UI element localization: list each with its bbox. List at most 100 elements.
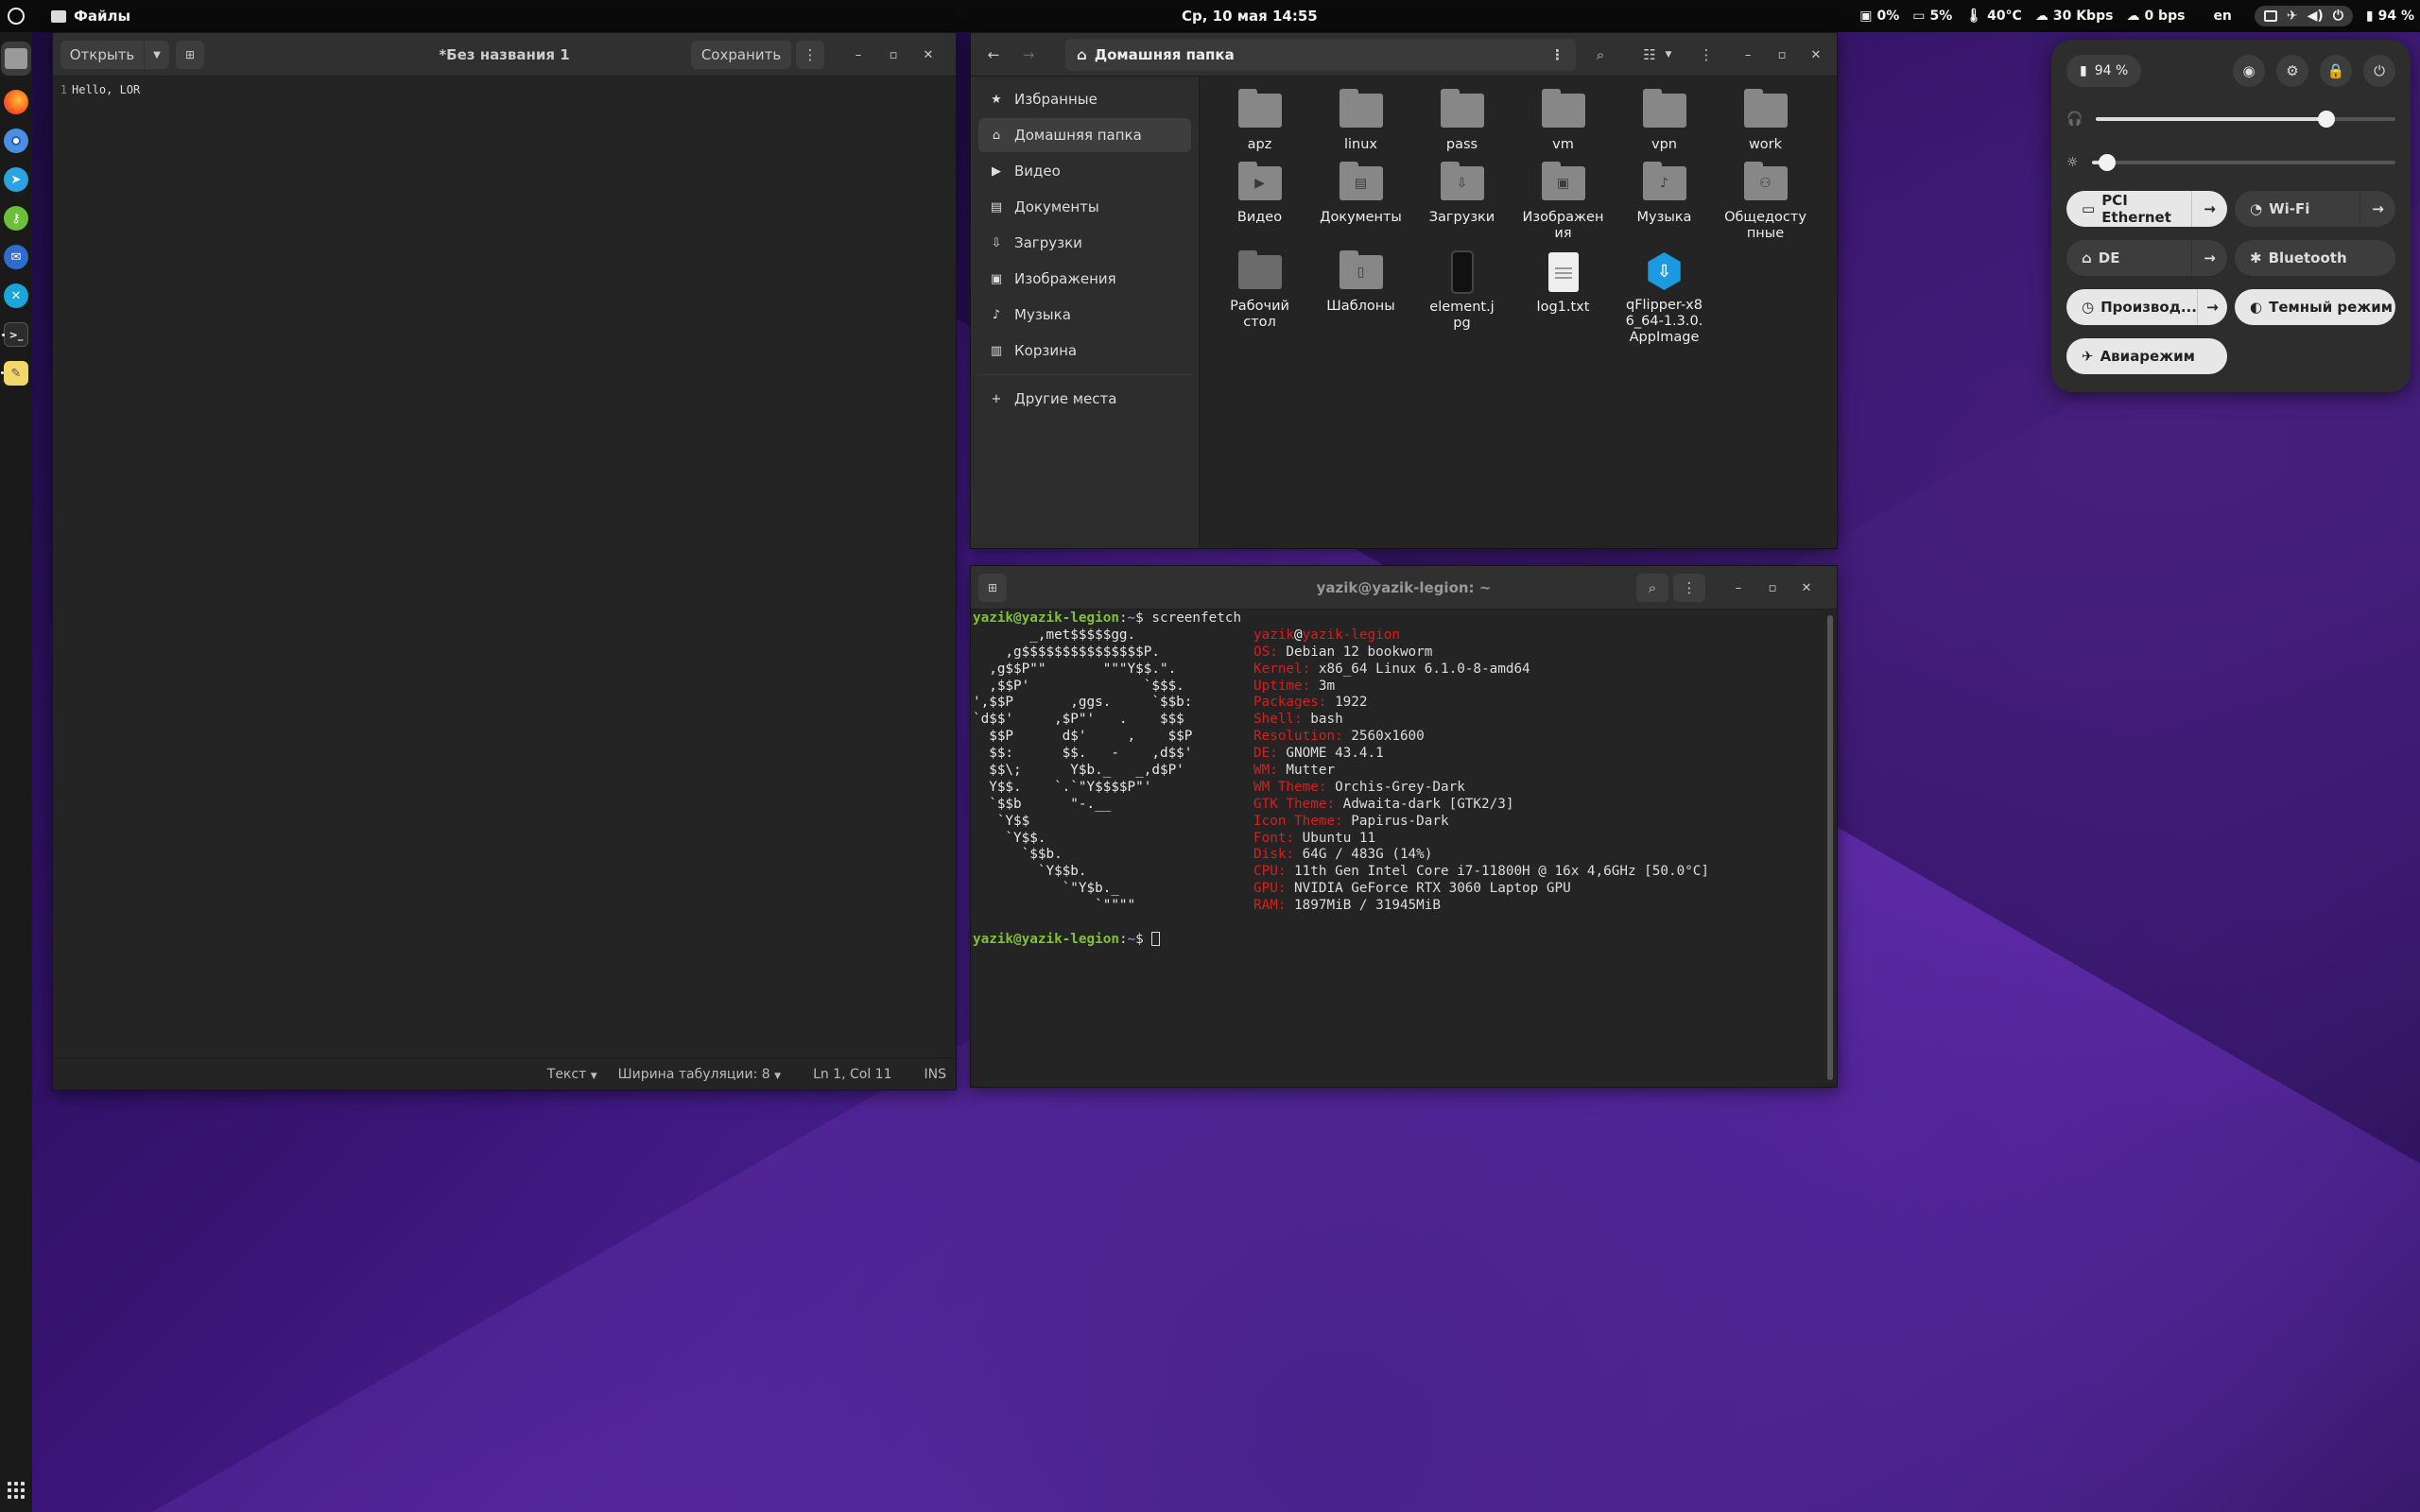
dock-terminal[interactable]: >_ bbox=[2, 322, 28, 347]
dock-text-editor[interactable]: ✎ bbox=[1, 361, 28, 386]
power-mode-menu-arrow[interactable]: → bbox=[2196, 289, 2227, 325]
close-button[interactable]: ✕ bbox=[917, 43, 940, 66]
vpn-menu-arrow[interactable]: → bbox=[2191, 240, 2227, 276]
brightness-slider[interactable] bbox=[2091, 154, 2395, 171]
files-menu-button[interactable]: ⋮ bbox=[1693, 42, 1720, 68]
sidebar-item-pictures[interactable]: ▣ Изображения bbox=[978, 262, 1191, 296]
activities-icon[interactable] bbox=[8, 8, 25, 25]
settings-button[interactable]: ⚙ bbox=[2276, 55, 2308, 87]
close-button[interactable]: ✕ bbox=[1795, 576, 1818, 599]
path-bar[interactable]: ⌂ Домашняя папка ⋮ bbox=[1065, 39, 1576, 71]
dock-telegram[interactable]: ➤ bbox=[4, 167, 28, 192]
power-icon: ⏻ bbox=[2332, 9, 2343, 24]
save-button[interactable]: Сохранить bbox=[691, 41, 791, 69]
file-item[interactable]: linux bbox=[1310, 86, 1411, 153]
app-menu[interactable]: Файлы bbox=[51, 8, 130, 25]
cursor-position[interactable]: Ln 1, Col 11 bbox=[813, 1067, 891, 1082]
volume-knob[interactable] bbox=[2318, 111, 2336, 128]
file-item[interactable]: ▤ Документы bbox=[1310, 159, 1411, 242]
show-apps-icon[interactable] bbox=[8, 1482, 25, 1499]
file-item[interactable]: log1.txt bbox=[1512, 248, 1614, 346]
file-item[interactable]: vpn bbox=[1614, 86, 1715, 153]
volume-slider[interactable] bbox=[2096, 111, 2395, 128]
terminal-menu-button[interactable]: ⋮ bbox=[1673, 574, 1705, 602]
power-mode-toggle[interactable]: ◷ Производ... → bbox=[2066, 289, 2227, 325]
temperature-indicator[interactable]: 🌡 40°C bbox=[1965, 9, 2022, 24]
bluetooth-toggle[interactable]: ✱ Bluetooth bbox=[2235, 240, 2395, 276]
keyboard-layout[interactable]: en bbox=[2213, 9, 2231, 24]
file-item[interactable]: ♪ Музыка bbox=[1614, 159, 1715, 242]
airplane-mode-toggle[interactable]: ✈ Авиарежим bbox=[2066, 338, 2227, 374]
path-menu-icon[interactable]: ⋮ bbox=[1550, 46, 1564, 63]
maximize-button[interactable]: ▫ bbox=[882, 43, 905, 66]
disk-indicator[interactable]: ▣ 0% bbox=[1859, 9, 1899, 24]
lock-button[interactable]: 🔒 bbox=[2320, 55, 2352, 87]
ethernet-toggle[interactable]: ▭ PCI Ethernet → bbox=[2066, 191, 2227, 227]
dock-thunderbird[interactable]: ✉ bbox=[4, 245, 28, 269]
editor-text-area[interactable]: 1 Hello, LOR bbox=[53, 77, 956, 1057]
dock-files[interactable] bbox=[1, 42, 31, 76]
file-item[interactable]: ⇩ Загрузки bbox=[1411, 159, 1512, 242]
sidebar-item-home[interactable]: ⌂ Домашняя папка bbox=[978, 118, 1191, 152]
file-item[interactable]: ⚇ Общедоступные bbox=[1715, 159, 1816, 242]
sidebar-item-starred[interactable]: ★ Избранные bbox=[978, 82, 1191, 116]
file-item[interactable]: ▣ Изображения bbox=[1512, 159, 1614, 242]
close-button[interactable]: ✕ bbox=[1805, 43, 1827, 66]
view-mode-button[interactable]: ☷ bbox=[1636, 42, 1663, 68]
screenshot-button[interactable]: ◉ bbox=[2233, 55, 2265, 87]
file-item[interactable]: element.jpg bbox=[1411, 248, 1512, 346]
file-item[interactable]: work bbox=[1715, 86, 1816, 153]
cpu-indicator[interactable]: ▭ 5% bbox=[1912, 9, 1952, 24]
new-tab-button[interactable]: ⊞ bbox=[978, 574, 1007, 602]
new-tab-button[interactable]: ⊞ bbox=[176, 41, 204, 69]
sidebar-item-other-places[interactable]: + Другие места bbox=[978, 382, 1191, 416]
tab-width-selector[interactable]: Ширина табуляции: 8 ▼ bbox=[618, 1067, 781, 1082]
battery-button[interactable]: ▮ 94 % bbox=[2066, 55, 2142, 87]
view-options-button[interactable]: ▼ bbox=[1660, 42, 1677, 68]
battery-indicator[interactable]: ▮ 94 % bbox=[2366, 9, 2414, 24]
editor-menu-button[interactable]: ⋮ bbox=[796, 41, 824, 69]
minimize-button[interactable]: – bbox=[1737, 43, 1759, 66]
dark-mode-toggle[interactable]: ◐ Темный режим bbox=[2235, 289, 2395, 325]
dock-chromium[interactable] bbox=[4, 129, 28, 153]
maximize-button[interactable]: ▫ bbox=[1771, 43, 1793, 66]
clock[interactable]: Ср, 10 мая 14:55 bbox=[1182, 0, 1318, 32]
file-item[interactable]: ▯ Шаблоны bbox=[1310, 248, 1411, 346]
sidebar-item-downloads[interactable]: ⇩ Загрузки bbox=[978, 226, 1191, 260]
upload-indicator[interactable]: ☁ 0 bps bbox=[2126, 9, 2185, 24]
power-button[interactable]: ⏻ bbox=[2363, 55, 2395, 87]
open-button[interactable]: Открыть bbox=[60, 41, 144, 69]
dock-firefox[interactable] bbox=[4, 90, 28, 114]
brightness-knob[interactable] bbox=[2098, 154, 2116, 171]
forward-button[interactable]: → bbox=[1015, 42, 1042, 68]
file-item[interactable]: vm bbox=[1512, 86, 1614, 153]
search-button[interactable]: ⌕ bbox=[1587, 42, 1614, 68]
sidebar-item-music[interactable]: ♪ Музыка bbox=[978, 298, 1191, 332]
ethernet-menu-arrow[interactable]: → bbox=[2191, 191, 2227, 227]
minimize-button[interactable]: – bbox=[847, 43, 870, 66]
sidebar-item-videos[interactable]: ▶ Видео bbox=[978, 154, 1191, 188]
file-item[interactable]: apz bbox=[1209, 86, 1310, 153]
language-selector[interactable]: Текст ▼ bbox=[547, 1067, 597, 1082]
file-item[interactable]: ▶ Видео bbox=[1209, 159, 1310, 242]
file-item[interactable]: pass bbox=[1411, 86, 1512, 153]
terminal-output[interactable]: yazik@yazik-legion:~$ screenfetch _,met$… bbox=[971, 610, 1837, 1087]
file-item[interactable]: ⇩ qFlipper-x86_64-1.3.0.AppImage bbox=[1614, 248, 1715, 346]
minimize-button[interactable]: – bbox=[1727, 576, 1750, 599]
back-button[interactable]: ← bbox=[980, 42, 1007, 68]
wifi-toggle[interactable]: ◔ Wi-Fi → bbox=[2235, 191, 2395, 227]
file-item[interactable]: Рабочий стол bbox=[1209, 248, 1310, 346]
open-menu-button[interactable]: ▼ bbox=[145, 41, 169, 69]
sidebar-item-documents[interactable]: ▤ Документы bbox=[978, 190, 1191, 224]
wifi-menu-arrow[interactable]: → bbox=[2360, 191, 2395, 227]
terminal-search-button[interactable]: ⌕ bbox=[1636, 574, 1668, 602]
editor-content[interactable]: Hello, LOR bbox=[72, 83, 140, 96]
vpn-toggle[interactable]: ⌂ DE → bbox=[2066, 240, 2227, 276]
sidebar-item-trash[interactable]: ▥ Корзина bbox=[978, 334, 1191, 368]
dock-remmina[interactable]: ✕ bbox=[4, 284, 28, 308]
terminal-scrollbar[interactable] bbox=[1827, 615, 1833, 1080]
system-menu-button[interactable]: ✈ ◀) ⏻ bbox=[2254, 6, 2353, 26]
maximize-button[interactable]: ▫ bbox=[1761, 576, 1784, 599]
download-indicator[interactable]: ☁ 30 Kbps bbox=[2035, 9, 2114, 24]
dock-keepass[interactable]: ⚷ bbox=[4, 206, 28, 231]
